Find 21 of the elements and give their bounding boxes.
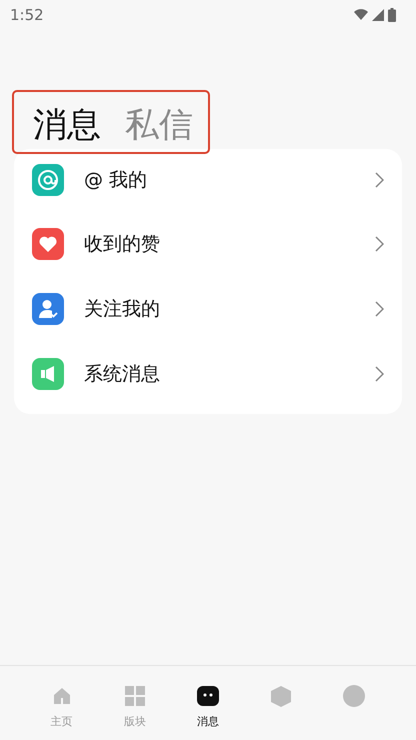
- chat-icon: [196, 684, 220, 708]
- wifi-icon: [354, 9, 368, 21]
- message-row[interactable]: 关注我的: [14, 276, 402, 341]
- grid-icon: [122, 684, 147, 708]
- status-time: 1:52: [10, 6, 44, 24]
- row-label: 收到的赞: [84, 232, 161, 256]
- row-label: @ 我的: [84, 168, 148, 193]
- signal-icon: [372, 9, 384, 21]
- chevron-icon: [375, 366, 384, 382]
- chevron-icon: [375, 236, 384, 252]
- chevron-icon: [375, 172, 384, 188]
- chevron-icon: [375, 300, 384, 316]
- battery-icon: [388, 8, 396, 22]
- box-icon: [269, 684, 294, 708]
- message-row[interactable]: @ 我的: [14, 149, 402, 211]
- row-label: 关注我的: [84, 296, 161, 322]
- row-label: 系统消息: [84, 362, 161, 386]
- message-row[interactable]: 系统消息: [14, 341, 402, 406]
- message-row[interactable]: 收到的赞: [14, 211, 402, 276]
- nav-item[interactable]: 消息: [171, 666, 245, 740]
- tab[interactable]: 消息: [33, 108, 101, 142]
